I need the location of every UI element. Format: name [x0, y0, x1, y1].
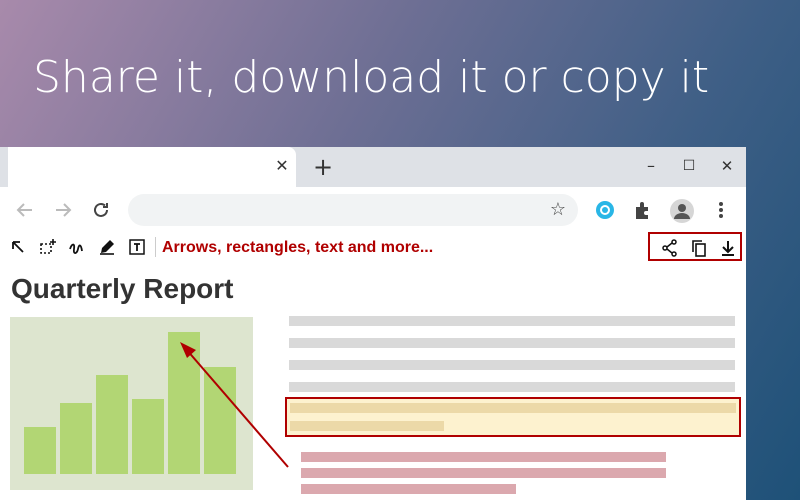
address-bar[interactable]: ☆ — [128, 194, 578, 226]
freehand-tool-icon[interactable] — [67, 237, 87, 257]
download-icon[interactable] — [718, 238, 738, 258]
share-icon[interactable] — [660, 238, 680, 258]
active-tab[interactable]: ✕ — [8, 147, 296, 187]
profile-avatar-icon[interactable] — [670, 199, 694, 223]
share-actions-group — [648, 232, 742, 261]
maximize-icon[interactable]: ☐ — [678, 155, 700, 177]
tab-strip: ✕ + – ☐ ✕ — [0, 147, 746, 187]
toolbar-divider — [155, 237, 156, 257]
browser-window: ✕ + – ☐ ✕ ☆ Arrows, rectangles, text and… — [0, 147, 746, 500]
annotation-toolbar: Arrows, rectangles, text and more... — [0, 233, 746, 261]
forward-icon[interactable] — [52, 199, 74, 221]
browser-toolbar: ☆ — [0, 187, 746, 233]
reload-icon[interactable] — [90, 199, 112, 221]
extensions-puzzle-icon[interactable] — [632, 199, 654, 221]
minimize-icon[interactable]: – — [640, 155, 662, 177]
page-content: Quarterly Report — [0, 261, 746, 500]
highlighter-tool-icon[interactable] — [97, 237, 117, 257]
headline: Share it, download it or copy it — [33, 52, 710, 103]
tools-hint: Arrows, rectangles, text and more... — [162, 239, 434, 256]
copy-icon[interactable] — [689, 238, 709, 258]
window-close-icon[interactable]: ✕ — [716, 155, 738, 177]
rectangle-tool-icon[interactable] — [38, 237, 58, 257]
bookmark-star-icon[interactable]: ☆ — [550, 199, 566, 221]
text-tool-icon[interactable] — [127, 237, 147, 257]
menu-kebab-icon[interactable] — [710, 199, 732, 221]
arrow-tool-icon[interactable] — [8, 237, 28, 257]
annotation-arrow — [180, 342, 289, 468]
new-tab-icon[interactable]: + — [311, 155, 335, 179]
extension-aperture-icon[interactable] — [594, 199, 616, 221]
back-icon[interactable] — [14, 199, 36, 221]
tab-close-icon[interactable]: ✕ — [273, 158, 291, 176]
